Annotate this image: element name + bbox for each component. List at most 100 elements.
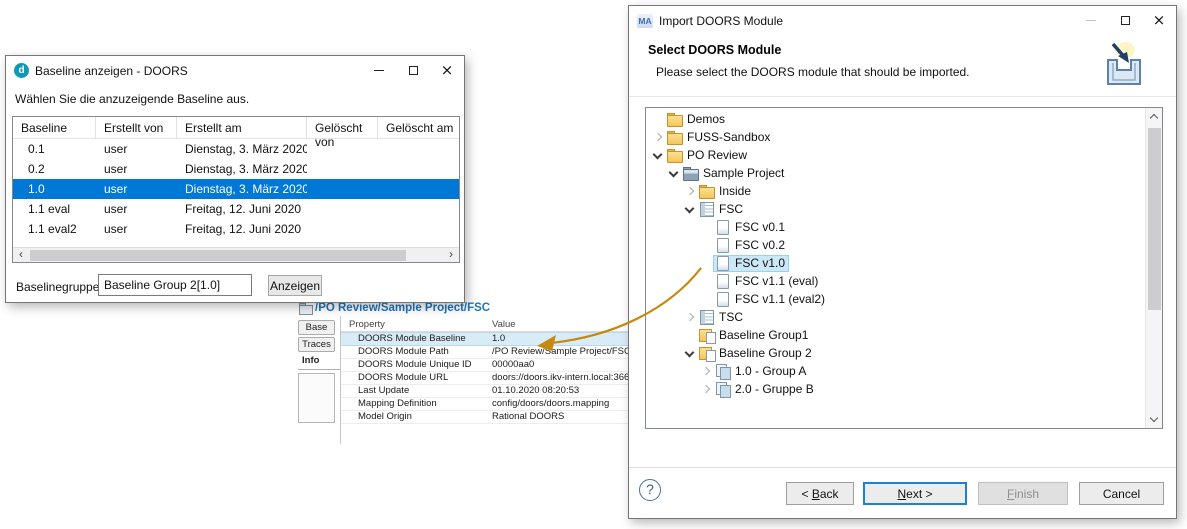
scroll-down-arrow-icon[interactable] bbox=[1146, 411, 1162, 428]
tree-item-selection: PO Review bbox=[665, 147, 751, 164]
property-row[interactable]: DOORS Module Unique ID 00000aa0 bbox=[341, 359, 628, 372]
tree-item-1-0-group-a[interactable]: 1.0 - Group A bbox=[646, 362, 1145, 380]
property-row[interactable]: Last Update 01.10.2020 08:20:53 bbox=[341, 385, 628, 398]
cell-baseline: 1.1 eval2 bbox=[28, 222, 77, 236]
tree-item-label: Inside bbox=[719, 184, 752, 198]
cell-baseline: 0.1 bbox=[28, 142, 45, 156]
cell-geloescht_von bbox=[307, 159, 378, 179]
tree-item-fsc-v0-1[interactable]: FSC v0.1 bbox=[646, 218, 1145, 236]
tree-item-sample-project[interactable]: Sample Project bbox=[646, 164, 1145, 182]
horizontal-scrollbar[interactable]: ‹ › bbox=[13, 247, 459, 262]
tab-info[interactable]: Info bbox=[298, 354, 335, 367]
finish-button[interactable]: Finish bbox=[978, 482, 1068, 505]
tree-item-label: Sample Project bbox=[703, 166, 785, 180]
cell-geloescht_von bbox=[307, 179, 378, 199]
cell-geloescht_von bbox=[307, 199, 378, 219]
tree-item-label: 1.0 - Group A bbox=[735, 364, 807, 378]
scrollbar-thumb[interactable] bbox=[30, 249, 406, 261]
minimize-button[interactable] bbox=[362, 56, 396, 85]
tree-item-selection: TSC bbox=[697, 309, 747, 326]
expander-placeholder bbox=[698, 256, 713, 271]
tree-item-po-review[interactable]: PO Review bbox=[646, 146, 1145, 164]
properties-table-header: Property Value bbox=[341, 316, 628, 332]
tree-item-fuss-sandbox[interactable]: FUSS-Sandbox bbox=[646, 128, 1145, 146]
chevron-right-icon[interactable] bbox=[698, 364, 713, 379]
chevron-right-icon[interactable] bbox=[698, 382, 713, 397]
cell-baseline: 1.0 bbox=[28, 182, 45, 196]
chevron-right-icon[interactable] bbox=[682, 310, 697, 325]
cell-baseline: 1.1 eval bbox=[28, 202, 71, 216]
tree-item-inside[interactable]: Inside bbox=[646, 182, 1145, 200]
property-row[interactable]: Mapping Definition config/doors/doors.map… bbox=[341, 398, 628, 411]
tree-item-tsc[interactable]: TSC bbox=[646, 308, 1145, 326]
help-button[interactable]: ? bbox=[639, 479, 661, 501]
chevron-right-icon[interactable] bbox=[682, 184, 697, 199]
chevron-down-icon[interactable] bbox=[682, 346, 697, 361]
property-value: 01.10.2020 08:20:53 bbox=[492, 385, 580, 396]
maximize-button[interactable] bbox=[396, 56, 430, 85]
tree-item-selection: FUSS-Sandbox bbox=[665, 129, 774, 146]
wizard-titlebar[interactable]: MA Import DOORS Module × bbox=[629, 6, 1176, 35]
chevron-right-icon[interactable] bbox=[650, 130, 665, 145]
chevron-down-icon[interactable] bbox=[682, 202, 697, 217]
folder-icon bbox=[667, 130, 683, 145]
back-button[interactable]: < Back bbox=[786, 482, 854, 505]
tree-item-label: FSC v1.0 bbox=[735, 256, 786, 270]
cell-geloescht_am bbox=[378, 199, 459, 219]
folder-icon bbox=[299, 303, 313, 315]
baselinegruppe-input[interactable] bbox=[98, 274, 252, 296]
baseline-table-row[interactable]: 1.1 eval user Freitag, 12. Juni 2020 bbox=[13, 199, 459, 219]
expander-placeholder bbox=[698, 292, 713, 307]
close-button[interactable]: × bbox=[1142, 6, 1176, 35]
scroll-left-arrow-icon[interactable]: ‹ bbox=[13, 248, 29, 262]
cell-geloescht_am bbox=[378, 159, 459, 179]
property-row[interactable]: Model Origin Rational DOORS bbox=[341, 411, 628, 424]
property-value: /PO Review/Sample Project/FSC bbox=[492, 346, 628, 357]
vertical-scrollbar[interactable] bbox=[1145, 108, 1162, 428]
property-name: DOORS Module Path bbox=[358, 346, 449, 357]
tree-item-baseline-group-2[interactable]: Baseline Group 2 bbox=[646, 344, 1145, 362]
chevron-down-icon[interactable] bbox=[666, 166, 681, 181]
pages-icon bbox=[715, 364, 731, 380]
cancel-button[interactable]: Cancel bbox=[1079, 482, 1164, 505]
scroll-up-arrow-icon[interactable] bbox=[1146, 108, 1162, 125]
scrollbar-thumb[interactable] bbox=[1148, 128, 1161, 310]
column-header-property: Property bbox=[349, 319, 385, 330]
property-value: 00000aa0 bbox=[492, 359, 535, 370]
anzeigen-button[interactable]: Anzeigen bbox=[268, 275, 322, 296]
baseline-table-row[interactable]: 0.2 user Dienstag, 3. März 2020 bbox=[13, 159, 459, 179]
next-button[interactable]: Next > bbox=[863, 482, 967, 505]
tree-item-fsc[interactable]: FSC bbox=[646, 200, 1145, 218]
property-value: Rational DOORS bbox=[492, 411, 565, 422]
tab-base[interactable]: Base bbox=[298, 320, 335, 335]
baseline-table-row[interactable]: 1.1 eval2 user Freitag, 12. Juni 2020 bbox=[13, 219, 459, 239]
baseline-table-row[interactable]: 0.1 user Dienstag, 3. März 2020 bbox=[13, 139, 459, 159]
tree-item-fsc-v0-2[interactable]: FSC v0.2 bbox=[646, 236, 1145, 254]
close-button[interactable]: × bbox=[430, 56, 464, 85]
project-icon bbox=[683, 166, 699, 181]
tree-item-demos[interactable]: Demos bbox=[646, 110, 1145, 128]
dialog-titlebar[interactable]: d Baseline anzeigen - DOORS × bbox=[6, 56, 464, 85]
minimize-button[interactable] bbox=[1074, 6, 1108, 35]
baseline-table-row[interactable]: 1.0 user Dienstag, 3. März 2020 bbox=[13, 179, 459, 199]
property-name: Last Update bbox=[358, 385, 410, 396]
tree-item-2-0-gruppe-b[interactable]: 2.0 - Gruppe B bbox=[646, 380, 1145, 398]
tree-item-selection: FSC v0.1 bbox=[713, 219, 789, 236]
property-row[interactable]: DOORS Module Baseline 1.0 bbox=[341, 332, 628, 346]
column-header-geloescht-am: Gelöscht am bbox=[386, 121, 454, 135]
tree-item-fsc-v1-1-eval2-[interactable]: FSC v1.1 (eval2) bbox=[646, 290, 1145, 308]
cell-geloescht_von bbox=[307, 219, 378, 239]
tree-item-fsc-v1-1-eval-[interactable]: FSC v1.1 (eval) bbox=[646, 272, 1145, 290]
tree-item-label: FSC v1.1 (eval2) bbox=[735, 292, 826, 306]
property-row[interactable]: DOORS Module URL doors://doors.ikv-intern… bbox=[341, 372, 628, 385]
property-name: DOORS Module Unique ID bbox=[358, 359, 472, 370]
tree-item-fsc-v1-0[interactable]: FSC v1.0 bbox=[646, 254, 1145, 272]
dialog-instruction: Wählen Sie die anzuzeigende Baseline aus… bbox=[15, 92, 250, 106]
cell-geloescht_am bbox=[378, 139, 459, 159]
tree-item-baseline-group1[interactable]: Baseline Group1 bbox=[646, 326, 1145, 344]
chevron-down-icon[interactable] bbox=[650, 148, 665, 163]
tab-traces[interactable]: Traces bbox=[298, 337, 335, 352]
property-row[interactable]: DOORS Module Path/PO Review/Sample Proje… bbox=[341, 346, 628, 359]
scroll-right-arrow-icon[interactable]: › bbox=[443, 248, 459, 262]
maximize-button[interactable] bbox=[1108, 6, 1142, 35]
